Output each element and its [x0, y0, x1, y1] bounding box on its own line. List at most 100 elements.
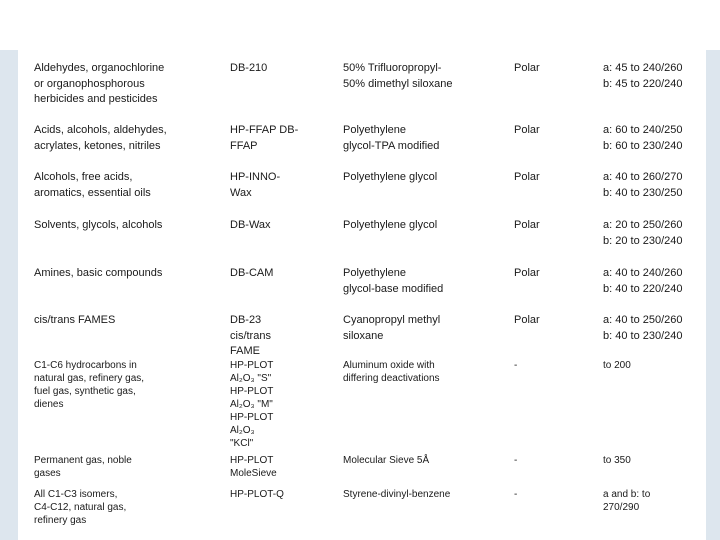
column-line: Al₂O₃ "S" [230, 373, 272, 384]
compound-cell: Permanent gas, noble gases [34, 454, 132, 480]
compound-line: Amines, basic compounds [34, 267, 163, 279]
column-cell: DB-210 [230, 61, 267, 77]
temp-cell: a: 40 to 250/260 b: 40 to 230/240 [603, 313, 683, 344]
temp-cell: to 350 [603, 454, 631, 467]
temp-line: a: 40 to 250/260 [603, 314, 683, 326]
temp-line: to 200 [603, 360, 631, 371]
compound-line: fuel gas, synthetic gas, [34, 386, 136, 397]
temp-cell: a: 20 to 250/260 b: 20 to 230/240 [603, 218, 683, 249]
column-line: HP-PLOT [230, 360, 274, 371]
phase-cell: Polyethylene glycol [343, 170, 437, 186]
column-line: HP-PLOT [230, 412, 274, 423]
column-line: HP-PLOT [230, 386, 274, 397]
temp-line: a: 45 to 240/260 [603, 62, 683, 74]
temp-line: b: 40 to 230/240 [603, 329, 683, 342]
column-line: DB-CAM [230, 267, 274, 279]
temp-line: a: 60 to 240/250 [603, 124, 683, 136]
phase-line: differing deactivations [343, 373, 440, 384]
compound-line: Alcohols, free acids, [34, 171, 133, 183]
temp-line: b: 60 to 230/240 [603, 139, 683, 152]
phase-cell: Cyanopropyl methyl siloxane [343, 313, 440, 344]
phase-cell: Styrene-divinyl-benzene [343, 488, 450, 501]
temp-line: a: 40 to 260/270 [603, 171, 683, 183]
column-line: MoleSieve [230, 468, 277, 479]
column-cell: HP-FFAP DB- FFAP [230, 123, 298, 154]
compound-line: C4-C12, natural gas, [34, 502, 127, 513]
column-line: FAME [230, 345, 260, 357]
polarity-cell: - [514, 489, 518, 500]
compound-cell: Acids, alcohols, aldehydes, acrylates, k… [34, 123, 167, 154]
column-line: DB-23 [230, 314, 262, 326]
column-cell: HP-PLOT MoleSieve [230, 454, 277, 480]
compound-cell: Amines, basic compounds [34, 266, 162, 282]
temp-line: b: 45 to 220/240 [603, 77, 683, 90]
temp-cell: a: 60 to 240/250 b: 60 to 230/240 [603, 123, 683, 154]
column-line: Wax [230, 186, 252, 199]
column-line: Al₂O₃ [230, 425, 255, 436]
phase-line: 50% Trifluoropropyl- [343, 62, 442, 74]
phase-line: Polyethylene glycol [343, 219, 438, 231]
polarity-cell: Polar [514, 219, 540, 231]
column-cell: HP-PLOT Al₂O₃ "S" HP-PLOT Al₂O₃ "M" HP-P… [230, 359, 273, 450]
column-cell: DB-23 cis/trans FAME [230, 313, 271, 360]
compound-line: dienes [34, 399, 64, 410]
compound-cell: All C1-C3 isomers, C4-C12, natural gas, … [34, 488, 126, 527]
temp-cell: to 200 [603, 359, 631, 372]
compound-cell: cis/trans FAMES [34, 313, 115, 329]
compound-line: Permanent gas, noble [34, 455, 132, 466]
phase-cell: Molecular Sieve 5Å [343, 454, 429, 467]
compound-cell: Alcohols, free acids, aromatics, essenti… [34, 170, 151, 201]
phase-line: siloxane [343, 329, 384, 342]
column-cell: HP-PLOT-Q [230, 488, 284, 501]
compound-line: or organophosphorous [34, 77, 145, 90]
polarity-cell: Polar [514, 62, 540, 74]
phase-cell: Polyethylene glycol [343, 218, 437, 234]
phase-line: glycol-base modified [343, 282, 444, 295]
phase-line: Cyanopropyl methyl [343, 314, 441, 326]
compound-line: All C1-C3 isomers, [34, 489, 118, 500]
phase-cell: 50% Trifluoropropyl- 50% dimethyl siloxa… [343, 61, 452, 92]
compound-line: aromatics, essential oils [34, 186, 151, 199]
column-line: HP-INNO- [230, 171, 281, 183]
temp-line: a and b: to [603, 489, 651, 500]
temp-cell: a: 40 to 260/270 b: 40 to 230/250 [603, 170, 683, 201]
column-line: Al₂O₃ "M" [230, 399, 273, 410]
column-line: "KCl" [230, 438, 254, 449]
column-line: cis/trans [230, 329, 271, 342]
phase-line: Polyethylene [343, 267, 406, 279]
column-cell: HP-INNO- Wax [230, 170, 280, 201]
polarity-cell: Polar [514, 171, 540, 183]
compound-cell: Aldehydes, organochlorine or organophosp… [34, 61, 164, 108]
gc-column-table: Aldehydes, organochlorine or organophosp… [18, 50, 706, 540]
temp-line: to 350 [603, 455, 631, 466]
temp-cell: a and b: to 270/290 [603, 488, 650, 514]
temp-line: a: 40 to 240/260 [603, 267, 683, 279]
phase-line: Polyethylene glycol [343, 171, 438, 183]
polarity-cell: - [514, 360, 518, 371]
compound-line: gases [34, 468, 61, 479]
compound-cell: Solvents, glycols, alcohols [34, 218, 162, 234]
polarity-cell: - [514, 455, 518, 466]
column-line: HP-PLOT [230, 455, 274, 466]
column-cell: DB-CAM [230, 266, 273, 282]
phase-line: Styrene-divinyl-benzene [343, 489, 451, 500]
compound-line: refinery gas [34, 515, 87, 526]
temp-line: b: 40 to 230/250 [603, 186, 683, 199]
temp-line: a: 20 to 250/260 [603, 219, 683, 231]
temp-line: b: 40 to 220/240 [603, 282, 683, 295]
compound-line: natural gas, refinery gas, [34, 373, 145, 384]
temp-line: b: 20 to 230/240 [603, 234, 683, 247]
compound-line: cis/trans FAMES [34, 314, 116, 326]
polarity-cell: Polar [514, 124, 540, 136]
column-line: FFAP [230, 139, 258, 152]
column-line: HP-FFAP DB- [230, 124, 299, 136]
compound-cell: C1-C6 hydrocarbons in natural gas, refin… [34, 359, 144, 411]
column-line: DB-210 [230, 62, 268, 74]
phase-line: glycol-TPA modified [343, 139, 440, 152]
phase-line: Polyethylene [343, 124, 406, 136]
phase-cell: Polyethylene glycol-base modified [343, 266, 443, 297]
temp-cell: a: 45 to 240/260 b: 45 to 220/240 [603, 61, 683, 92]
column-cell: DB-Wax [230, 218, 271, 234]
column-line: HP-PLOT-Q [230, 489, 284, 500]
top-band [0, 0, 720, 50]
